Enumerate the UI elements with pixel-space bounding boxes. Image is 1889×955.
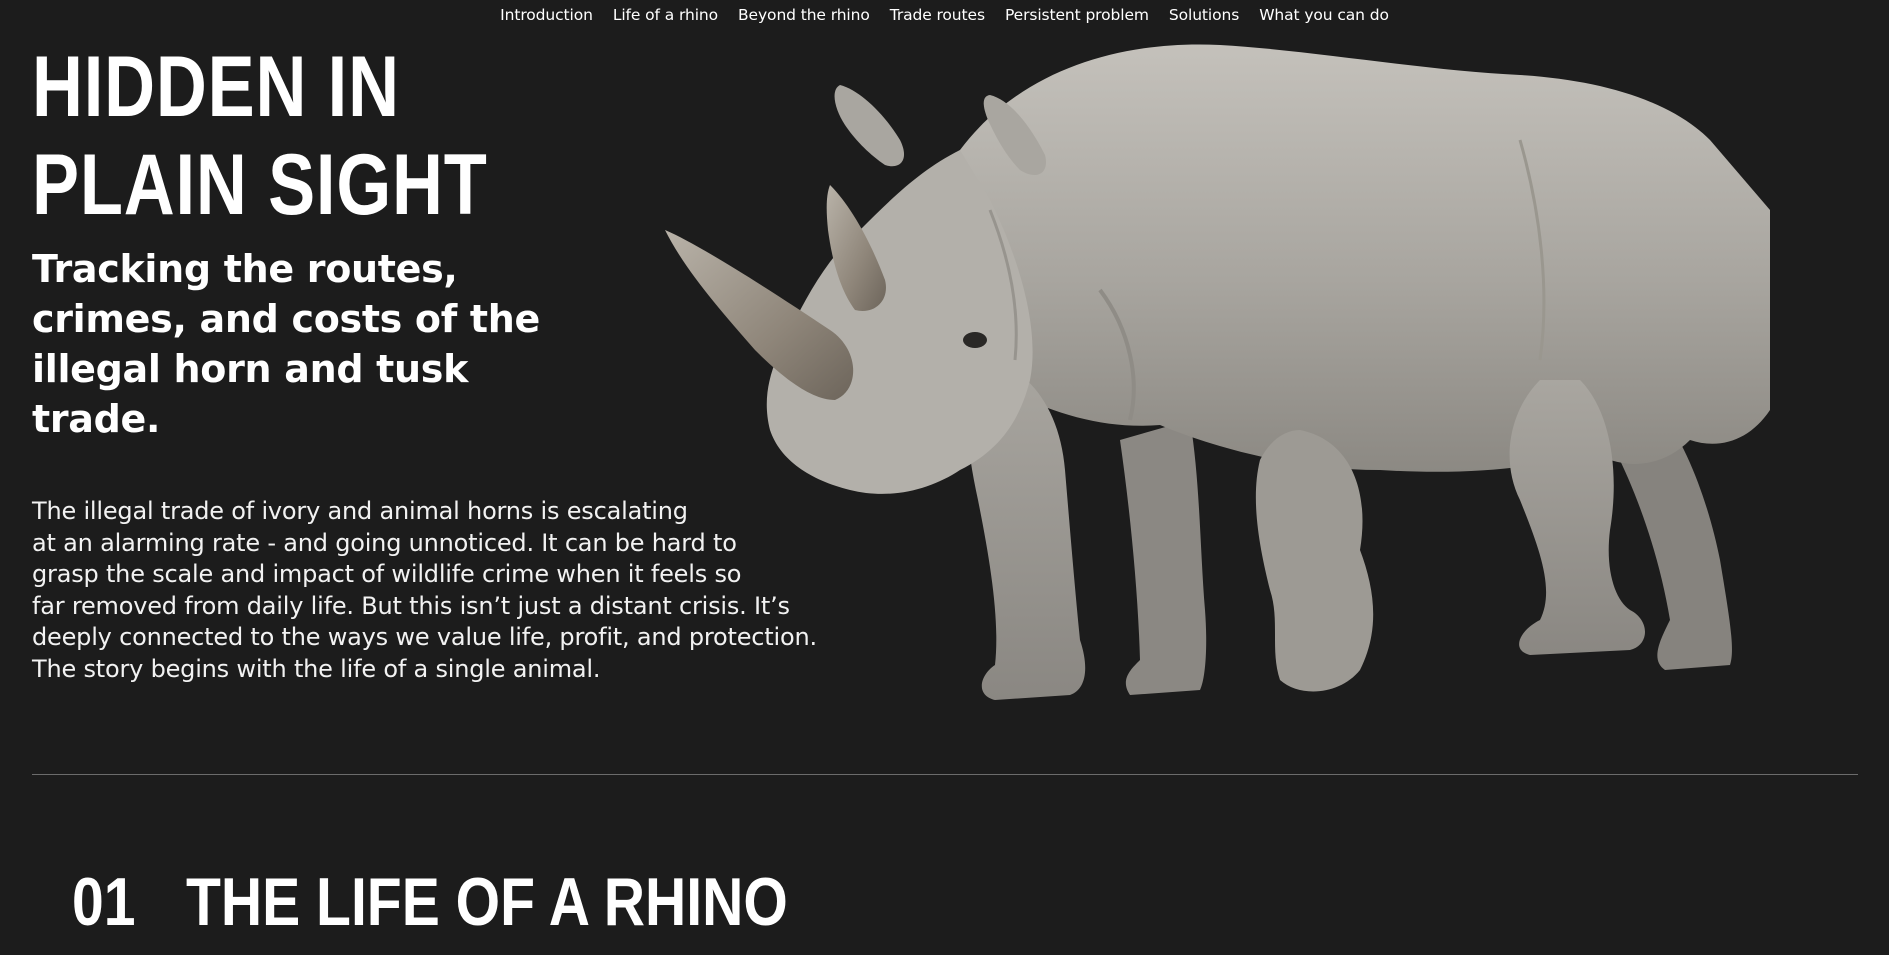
top-navigation: Introduction Life of a rhino Beyond the … <box>0 6 1889 24</box>
nav-solutions[interactable]: Solutions <box>1169 6 1239 24</box>
rhino-left-ear <box>834 85 905 167</box>
section-heading: 01 THE LIFE OF A RHINO <box>72 866 788 938</box>
section-number: 01 <box>72 864 136 940</box>
hero-title-line-1: HIDDEN IN <box>32 39 400 135</box>
nav-introduction[interactable]: Introduction <box>500 6 593 24</box>
rhino-eye <box>963 332 987 348</box>
rhino-image <box>665 44 1770 700</box>
nav-life-of-a-rhino[interactable]: Life of a rhino <box>613 6 718 24</box>
nav-trade-routes[interactable]: Trade routes <box>890 6 985 24</box>
intro-line: The illegal trade of ivory and animal ho… <box>32 497 688 525</box>
section-title: THE LIFE OF A RHINO <box>185 864 788 940</box>
hero-title: HIDDEN IN PLAIN SIGHT <box>32 38 488 234</box>
intro-line: grasp the scale and impact of wildlife c… <box>32 560 742 589</box>
hero-subtitle: Tracking the routes, crimes, and costs o… <box>32 247 540 441</box>
hero-title-line-2: PLAIN SIGHT <box>32 137 488 233</box>
section-divider <box>32 774 1858 775</box>
intro-line: at an alarming rate - and going unnotice… <box>32 528 737 557</box>
nav-what-you-can-do[interactable]: What you can do <box>1259 6 1389 24</box>
rhino-far-front-leg <box>1120 420 1207 695</box>
nav-beyond-the-rhino[interactable]: Beyond the rhino <box>738 6 870 24</box>
page: Introduction Life of a rhino Beyond the … <box>0 0 1889 955</box>
intro-line: The story begins with the life of a sing… <box>32 654 601 683</box>
nav-persistent-problem[interactable]: Persistent problem <box>1005 6 1149 24</box>
